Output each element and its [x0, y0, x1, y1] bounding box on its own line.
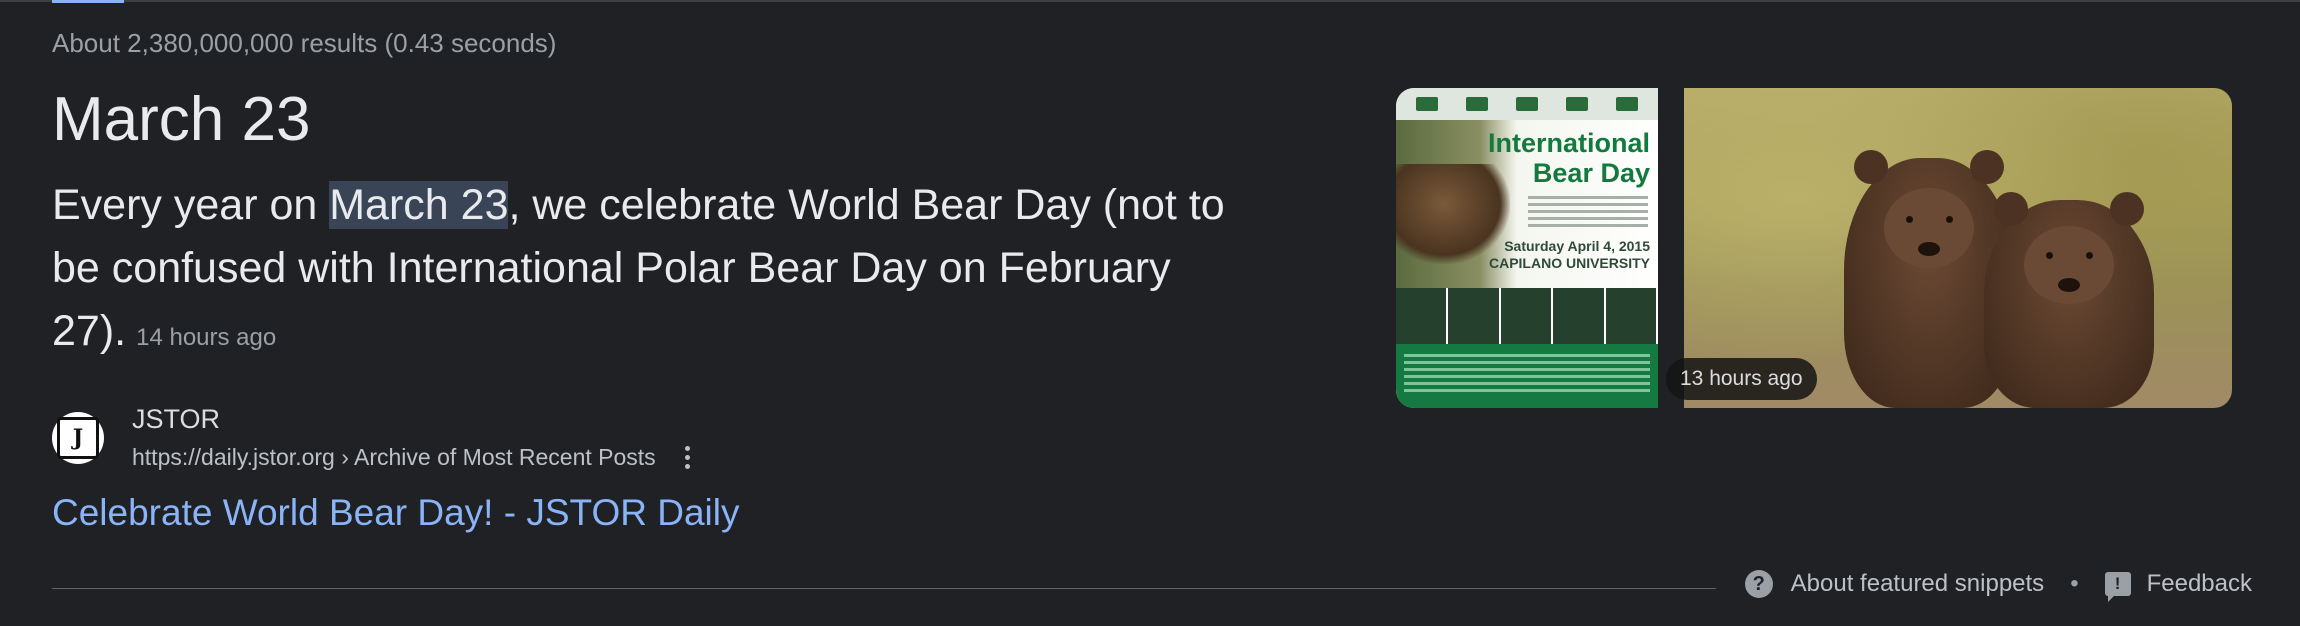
more-options-icon[interactable]	[678, 443, 698, 471]
source-text: JSTOR https://daily.jstor.org › Archive …	[132, 404, 698, 471]
source-url-row: https://daily.jstor.org › Archive of Mos…	[132, 443, 698, 471]
active-tab-indicator	[52, 0, 124, 3]
source-attribution[interactable]: J JSTOR https://daily.jstor.org › Archiv…	[52, 404, 698, 471]
feedback-icon[interactable]: !	[2104, 572, 2131, 602]
help-icon[interactable]: ?	[1744, 570, 1773, 598]
bear-right	[1984, 192, 2154, 408]
poster-title-line1: International	[1487, 128, 1650, 158]
poster-body: International Bear Day Saturday April 4,…	[1396, 120, 1658, 288]
poster-footer-text	[1396, 344, 1658, 408]
poster-date-line1: Saturday April 4, 2015	[1504, 238, 1650, 254]
snippet-divider	[52, 588, 1716, 589]
about-featured-snippets-link[interactable]: About featured snippets	[1791, 570, 2045, 598]
snippet-highlight: March 23	[329, 181, 509, 229]
footer-separator: •	[2070, 570, 2079, 597]
featured-answer: March 23	[52, 85, 311, 154]
top-divider	[0, 0, 2300, 2]
feedback-link[interactable]: Feedback	[2147, 570, 2252, 598]
bear-day-poster-image[interactable]: International Bear Day Saturday April 4,…	[1396, 88, 1658, 408]
result-title-link[interactable]: Celebrate World Bear Day! - JSTOR Daily	[52, 492, 739, 534]
poster-title-line2: Bear Day	[1532, 158, 1650, 188]
poster-date-line2: CAPILANO UNIVERSITY	[1488, 255, 1650, 271]
snippet-text-before: Every year on	[52, 181, 330, 229]
poster-title: International Bear Day	[1488, 128, 1650, 188]
snippet-text: Every year on March 23, we celebrate Wor…	[52, 174, 1252, 369]
poster-description-lines	[1528, 192, 1648, 231]
snippet-timestamp: 14 hours ago	[136, 324, 277, 351]
source-url[interactable]: https://daily.jstor.org › Archive of Mos…	[132, 444, 656, 471]
result-stats: About 2,380,000,000 results (0.43 second…	[52, 28, 557, 58]
poster-date: Saturday April 4, 2015 CAPILANO UNIVERSI…	[1489, 238, 1650, 272]
image-time-badge: 13 hours ago	[1666, 358, 1817, 400]
jstor-favicon[interactable]: J	[52, 411, 104, 464]
jstor-logo-icon: J	[57, 416, 99, 459]
poster-sponsor-logos	[1396, 88, 1658, 120]
source-site-name[interactable]: JSTOR	[132, 404, 698, 435]
poster-photo-strip	[1396, 288, 1658, 344]
snippet-footer: ? About featured snippets • ! Feedback	[1744, 570, 2252, 602]
